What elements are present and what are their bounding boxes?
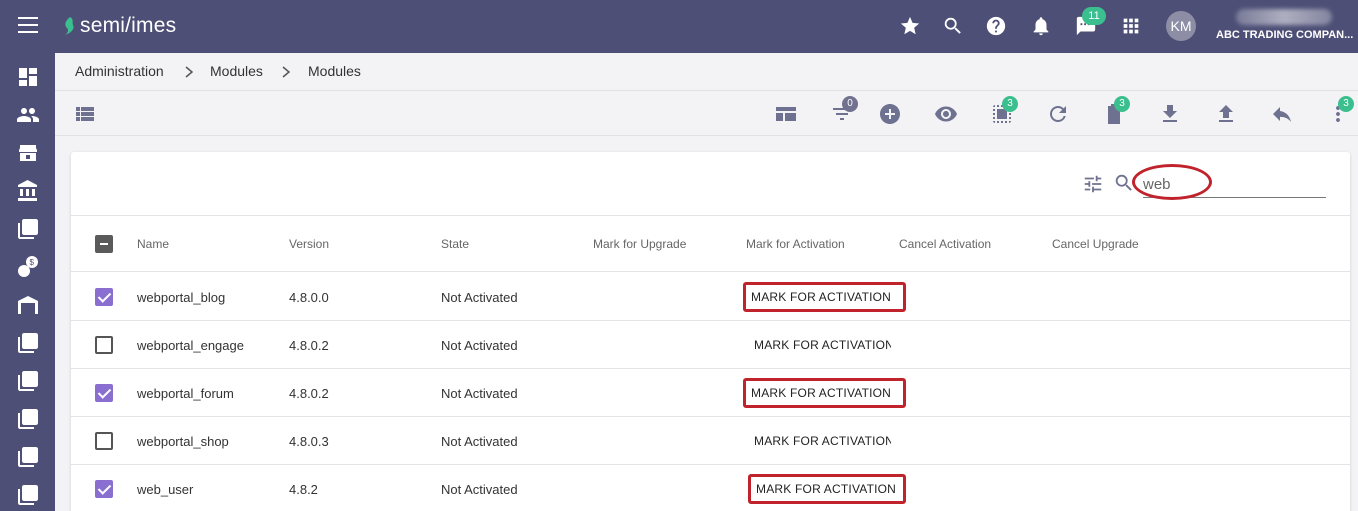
logo-text: semi/imes xyxy=(80,14,177,37)
column-header-cancel-activation[interactable]: Cancel Activation xyxy=(899,237,991,251)
module-version: 4.8.0.0 xyxy=(289,290,329,305)
add-icon[interactable] xyxy=(878,102,902,126)
row-checkbox[interactable] xyxy=(95,432,113,450)
clipboard-badge: 3 xyxy=(1114,96,1130,112)
module-state: Not Activated xyxy=(441,434,518,449)
search-icon xyxy=(1113,172,1135,194)
table-row[interactable]: webportal_blog 4.8.0.0 Not Activated MAR… xyxy=(71,273,1350,321)
folder-stack-icon[interactable] xyxy=(16,407,40,431)
mark-for-activation-button[interactable]: MARK FOR ACTIVATION xyxy=(746,426,891,456)
user-name-redacted xyxy=(1236,9,1332,25)
finance-icon[interactable]: $ xyxy=(16,255,40,279)
table-row[interactable]: webportal_shop 4.8.0.3 Not Activated MAR… xyxy=(71,417,1350,465)
table-row[interactable]: webportal_engage 4.8.0.2 Not Activated M… xyxy=(71,321,1350,369)
people-icon[interactable] xyxy=(16,103,40,127)
module-version: 4.8.0.2 xyxy=(289,386,329,401)
mark-for-activation-button[interactable]: MARK FOR ACTIVATION xyxy=(743,282,906,312)
copy-icon[interactable]: 3 xyxy=(990,96,1018,126)
row-checkbox[interactable] xyxy=(95,384,113,402)
chat-badge: 11 xyxy=(1082,7,1106,25)
search-input[interactable] xyxy=(1143,172,1326,198)
module-state: Not Activated xyxy=(441,482,518,497)
column-header-name[interactable]: Name xyxy=(137,237,169,251)
search-area xyxy=(71,152,1350,216)
select-all-checkbox[interactable] xyxy=(95,235,113,253)
avatar[interactable]: KM xyxy=(1166,11,1196,41)
column-header-version[interactable]: Version xyxy=(289,237,329,251)
mark-for-activation-button[interactable]: MARK FOR ACTIVATION xyxy=(748,474,906,504)
clipboard-icon[interactable]: 3 xyxy=(1102,96,1130,126)
row-checkbox[interactable] xyxy=(95,288,113,306)
folder-stack-icon[interactable] xyxy=(16,217,40,241)
eye-icon[interactable] xyxy=(934,102,958,126)
module-name: webportal_engage xyxy=(137,338,244,353)
folder-stack-icon[interactable] xyxy=(16,445,40,469)
module-name: web_user xyxy=(137,482,194,497)
column-header-cancel-upgrade[interactable]: Cancel Upgrade xyxy=(1052,237,1139,251)
upload-icon[interactable] xyxy=(1214,102,1238,126)
reply-icon[interactable] xyxy=(1270,102,1294,126)
dashboard-icon[interactable] xyxy=(16,65,40,89)
search-icon[interactable] xyxy=(941,14,965,38)
column-header-mark-upgrade[interactable]: Mark for Upgrade xyxy=(593,237,686,251)
filter-icon[interactable]: 0 xyxy=(830,96,858,126)
module-version: 4.8.0.3 xyxy=(289,434,329,449)
svg-text:$: $ xyxy=(30,258,35,267)
copy-badge: 3 xyxy=(1002,96,1018,112)
sidebar: $ xyxy=(0,53,55,511)
logo-mark-icon xyxy=(62,16,78,36)
module-state: Not Activated xyxy=(441,386,518,401)
company-name[interactable]: ABC TRADING COMPAN... xyxy=(1216,29,1358,41)
more-vertical-icon[interactable]: 3 xyxy=(1326,96,1354,126)
notification-bell-icon[interactable] xyxy=(1029,14,1053,38)
module-version: 4.8.0.2 xyxy=(289,338,329,353)
modules-table-card: Name Version State Mark for Upgrade Mark… xyxy=(71,152,1350,511)
module-name: webportal_shop xyxy=(137,434,229,449)
bank-icon[interactable] xyxy=(16,179,40,203)
module-state: Not Activated xyxy=(441,290,518,305)
tune-icon[interactable] xyxy=(1082,173,1104,195)
column-header-state[interactable]: State xyxy=(441,237,469,251)
store-icon[interactable] xyxy=(16,141,40,165)
more-badge: 3 xyxy=(1338,96,1354,112)
module-name: webportal_forum xyxy=(137,386,234,401)
toolbar: 0 3 3 3 xyxy=(55,92,1358,136)
list-view-icon[interactable] xyxy=(73,102,97,126)
menu-icon[interactable] xyxy=(18,17,38,33)
folder-stack-icon[interactable] xyxy=(16,483,40,507)
breadcrumb-current: Modules xyxy=(308,63,361,79)
row-checkbox[interactable] xyxy=(95,480,113,498)
warehouse-icon[interactable] xyxy=(16,293,40,317)
mark-for-activation-button[interactable]: MARK FOR ACTIVATION xyxy=(746,330,891,360)
mark-for-activation-button[interactable]: MARK FOR ACTIVATION xyxy=(743,378,906,408)
filter-badge: 0 xyxy=(842,96,858,112)
module-version: 4.8.2 xyxy=(289,482,318,497)
table-header: Name Version State Mark for Upgrade Mark… xyxy=(71,217,1350,272)
module-name: webportal_blog xyxy=(137,290,226,305)
column-header-mark-activation[interactable]: Mark for Activation xyxy=(746,237,845,251)
apps-grid-icon[interactable] xyxy=(1119,14,1143,38)
breadcrumb-administration[interactable]: Administration xyxy=(75,63,164,79)
folder-stack-icon[interactable] xyxy=(16,331,40,355)
module-state: Not Activated xyxy=(441,338,518,353)
table-row[interactable]: web_user 4.8.2 Not Activated MARK FOR AC… xyxy=(71,465,1350,511)
refresh-icon[interactable] xyxy=(1046,102,1070,126)
folder-stack-icon[interactable] xyxy=(16,369,40,393)
chevron-right-icon xyxy=(280,65,292,79)
row-checkbox[interactable] xyxy=(95,336,113,354)
table-row[interactable]: webportal_forum 4.8.0.2 Not Activated MA… xyxy=(71,369,1350,417)
breadcrumb-modules[interactable]: Modules xyxy=(210,63,263,79)
layout-icon[interactable] xyxy=(774,102,798,126)
download-icon[interactable] xyxy=(1158,102,1182,126)
top-bar: semi/imes 11 KM ABC TRADING COMPAN... xyxy=(0,0,1358,53)
logo[interactable]: semi/imes xyxy=(62,13,176,39)
chevron-right-icon xyxy=(183,65,195,79)
star-icon[interactable] xyxy=(898,14,922,38)
breadcrumb: Administration Modules Modules xyxy=(55,53,1358,91)
help-icon[interactable] xyxy=(984,14,1008,38)
